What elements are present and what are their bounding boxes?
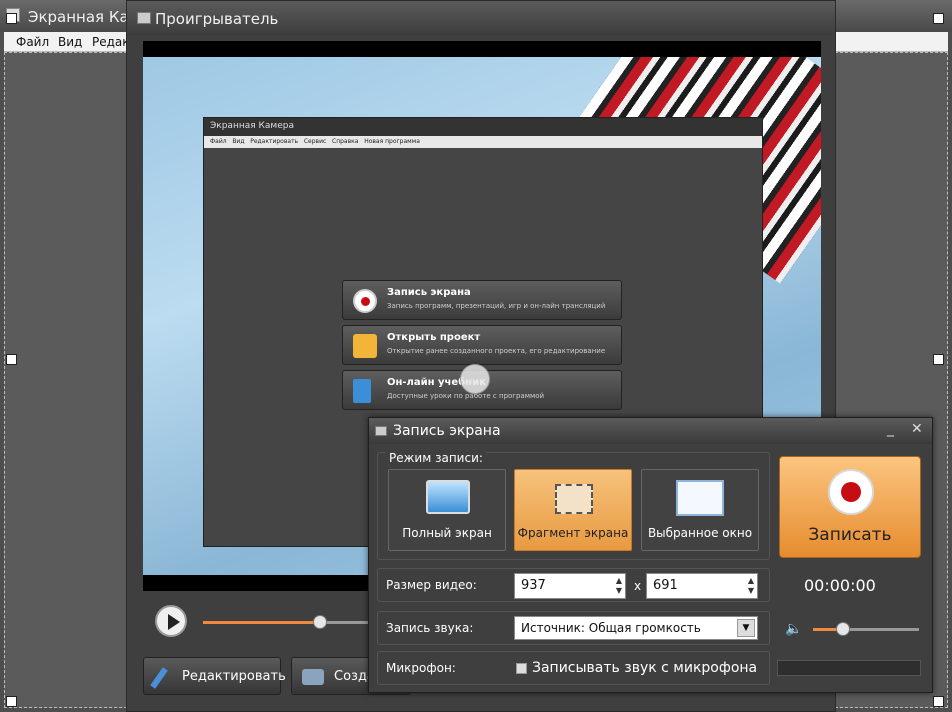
inner-menu-item: Редактировать — [250, 138, 299, 145]
inner-open-project-button: Открыть проект Открытие ранее созданного… — [342, 325, 622, 365]
inner-menu-item: Вид — [232, 138, 245, 145]
height-value: 691 — [653, 578, 678, 593]
fragment-icon — [555, 484, 593, 514]
video-size-row: Размер видео: 937 ▲ ▼ x 691 ▲ ▼ — [377, 568, 770, 602]
mode-label: Фрагмент экрана — [517, 526, 629, 540]
chevron-down-icon[interactable]: ▼ — [737, 619, 755, 637]
inner-button-desc: Запись программ, презентаций, игр и он-л… — [387, 302, 606, 310]
record-dialog-titlebar[interactable]: Запись экрана _ ✕ — [369, 418, 932, 444]
inner-button-desc: Доступные уроки по работе с программой — [387, 392, 545, 400]
record-screen-dialog: Запись экрана _ ✕ Режим записи: Полный э… — [368, 417, 933, 693]
play-button[interactable] — [155, 605, 187, 637]
mode-fragment-button[interactable]: Фрагмент экрана — [514, 469, 632, 551]
width-stepper[interactable]: 937 ▲ ▼ — [514, 573, 626, 599]
inner-app-menu: Файл Вид Редактировать Сервис Справка Но… — [204, 136, 762, 148]
resize-handle-top-left[interactable] — [6, 13, 17, 24]
menu-file[interactable]: Файл — [16, 35, 49, 49]
camera-icon — [302, 669, 324, 685]
inner-button-title: Открыть проект — [387, 332, 481, 343]
mode-label: Выбранное окно — [647, 526, 753, 540]
record-mode-group: Режим записи: Полный экран Фрагмент экра… — [377, 451, 770, 560]
resize-handle-bottom-left[interactable] — [6, 696, 17, 707]
inner-menu-item: Сервис — [303, 138, 327, 145]
folder-icon — [353, 334, 377, 358]
inner-app-title: Экранная Камера — [204, 118, 762, 136]
menu-view[interactable]: Вид — [58, 35, 82, 49]
resize-handle-bottom-right[interactable] — [933, 696, 944, 707]
resize-handle-top-right[interactable] — [933, 13, 944, 24]
player-title: Проигрыватель — [155, 10, 279, 28]
mode-label: Полный экран — [402, 526, 492, 540]
volume-knob[interactable] — [836, 622, 850, 636]
audio-row: Запись звука: Источник: Общая громкость … — [377, 611, 770, 645]
close-button[interactable]: ✕ — [911, 421, 923, 437]
resize-handle-left[interactable] — [6, 354, 17, 365]
record-button-label: Записать — [808, 525, 892, 545]
audio-source-select[interactable]: Источник: Общая громкость ▼ — [514, 616, 758, 640]
mic-level-meter — [777, 660, 921, 676]
width-value: 937 — [521, 578, 546, 593]
inner-menu-item: Файл — [210, 138, 227, 145]
size-separator: x — [634, 579, 642, 593]
edit-button[interactable]: Редактировать — [143, 657, 286, 695]
minimize-button[interactable]: _ — [887, 421, 894, 437]
mic-row: Микрофон: Записывать звук с микрофона — [377, 651, 770, 685]
audio-source-value: Источник: Общая громкость — [521, 621, 701, 635]
move-cursor-icon — [460, 364, 490, 394]
mode-fullscreen-button[interactable]: Полный экран — [388, 469, 506, 551]
record-icon — [828, 469, 874, 515]
record-mode-label: Режим записи: — [386, 451, 486, 465]
window-icon — [676, 480, 724, 516]
mode-window-button[interactable]: Выбранное окно — [641, 469, 759, 551]
inner-button-title: Запись экрана — [387, 287, 471, 298]
record-button[interactable]: Записать — [779, 456, 921, 558]
edit-button-label: Редактировать — [182, 669, 286, 684]
player-icon — [137, 12, 151, 24]
stepper-arrows-icon[interactable]: ▲ ▼ — [616, 576, 622, 596]
stepper-arrows-icon[interactable]: ▲ ▼ — [748, 576, 754, 596]
mic-checkbox[interactable] — [516, 663, 527, 674]
recording-timer: 00:00:00 — [804, 576, 876, 595]
seek-knob[interactable] — [313, 615, 327, 629]
speaker-icon[interactable]: 🔈 — [785, 621, 802, 637]
video-size-label: Размер видео: — [386, 578, 477, 592]
audio-label: Запись звука: — [386, 621, 474, 635]
mic-checkbox-label[interactable]: Записывать звук с микрофона — [532, 660, 757, 676]
height-stepper[interactable]: 691 ▲ ▼ — [646, 573, 758, 599]
book-icon — [353, 379, 371, 403]
record-dialog-title: Запись экрана — [393, 423, 501, 439]
record-icon — [353, 289, 377, 313]
inner-record-screen-button: Запись экрана Запись программ, презентац… — [342, 280, 622, 320]
monitor-icon — [426, 480, 470, 514]
pencil-icon — [150, 667, 168, 689]
inner-button-desc: Открытие ранее созданного проекта, его р… — [387, 347, 606, 355]
dialog-icon — [375, 426, 387, 436]
inner-menu-item: Новая программа — [364, 138, 420, 145]
resize-handle-right[interactable] — [933, 354, 944, 365]
seek-progress — [203, 621, 321, 624]
mic-label: Микрофон: — [386, 661, 456, 675]
player-titlebar[interactable]: Проигрыватель — [127, 1, 835, 35]
inner-menu-item: Справка — [332, 138, 359, 145]
